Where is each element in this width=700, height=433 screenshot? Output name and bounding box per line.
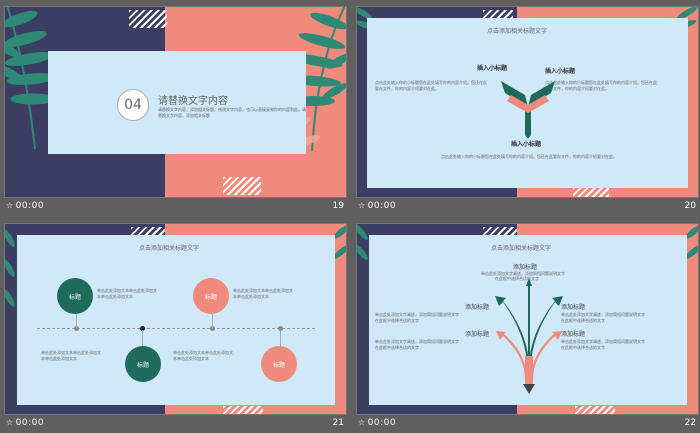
topic-circle: 标题 (193, 278, 229, 314)
slide-title: 点击添加相关标题文字 (491, 245, 552, 252)
transition-icon: ☆ (6, 418, 14, 427)
stripe-pattern (223, 406, 263, 414)
topic-circle: 标题 (57, 278, 93, 314)
slide-timing: ☆ 00:00 (6, 418, 44, 428)
slide-preview: 点击添加相关标题文字 插入小标题 插入小标题 插入小标题 点击此处输入你的小标题… (356, 6, 699, 198)
text-right: 在此框中选择合适的文字 (561, 318, 605, 323)
slide-footer: ☆ 00:00 20 (358, 200, 696, 214)
slide-timing: ☆ 00:00 (358, 201, 396, 211)
circle-label: 标题 (204, 293, 217, 301)
subtitle-bottom: 插入小标题 (511, 141, 542, 148)
topic-text: 本单击此处添加文本 (97, 294, 133, 299)
stripe-pattern (129, 10, 167, 28)
slide-thumbnail-22[interactable]: 点击添加相关标题文字 添加标题 单击此处添加文字阐述，添加简短问题说明文字 在此… (354, 219, 699, 433)
text-left: 在此框中选择合适的文字 (375, 345, 419, 350)
text-bottom: 点击此处输入你的小标题您在此处填写你的内容介绍。您还在此要存文件，你的内容介绍要… (441, 154, 617, 159)
slide-thumbnail-19[interactable]: 04 请替换文字内容 请替换文字内容，添加相关标题，修改文字内容，也可以直接复制… (2, 2, 347, 216)
heading-left: 添加标题 (465, 304, 490, 311)
slide-time: 00:00 (15, 418, 45, 428)
transition-icon: ☆ (358, 201, 366, 210)
section-title: 请替换文字内容 (158, 96, 228, 107)
stripe-pattern (483, 227, 517, 235)
subtitle-left: 插入小标题 (477, 65, 508, 72)
slide-title: 点击添加相关标题文字 (487, 28, 548, 35)
stripe-pattern (223, 177, 261, 195)
slide-title: 点击添加相关标题文字 (139, 245, 200, 252)
circle-label: 标题 (136, 361, 149, 369)
text-right: 在此框中选择合适的文字 (561, 345, 605, 350)
topic-text: 本单击此处添加文本 (233, 294, 269, 299)
slide-footer: ☆ 00:00 19 (6, 200, 344, 214)
transition-icon: ☆ (358, 418, 366, 427)
slide-footer: ☆ 00:00 21 (6, 417, 344, 431)
slide-preview: 点击添加相关标题文字 标题 标题 标题 标题 单击此处添加文本单击此处添加文 本… (4, 223, 347, 415)
transition-icon: ☆ (6, 201, 14, 210)
slide-thumbnail-20[interactable]: 点击添加相关标题文字 插入小标题 插入小标题 插入小标题 点击此处输入你的小标题… (354, 2, 699, 216)
slide-number: 20 (684, 201, 696, 211)
branching-arrows-icon (495, 278, 563, 394)
slide-timing: ☆ 00:00 (6, 201, 44, 211)
slide-time: 00:00 (15, 201, 45, 211)
slide-number: 22 (684, 418, 696, 428)
section-number: 04 (124, 97, 142, 113)
slide-preview: 点击添加相关标题文字 添加标题 单击此处添加文字阐述，添加简短问题说明文字 在此… (356, 223, 699, 415)
slide-thumbnail-21[interactable]: 点击添加相关标题文字 标题 标题 标题 标题 单击此处添加文本单击此处添加文 本… (2, 219, 347, 433)
slide-time: 00:00 (367, 418, 397, 428)
circle-label: 标题 (68, 293, 81, 301)
text-left: 在此框中选择合适的文字 (375, 318, 419, 323)
topic-circle: 标题 (125, 346, 161, 382)
stripe-pattern (575, 406, 615, 414)
triple-arrow-icon (501, 81, 555, 139)
topic-circle: 标题 (261, 346, 297, 382)
slide-footer: ☆ 00:00 22 (358, 417, 696, 431)
stripe-pattern (131, 227, 165, 235)
text-left: 要存文件，你的内容介绍要对在此。 (375, 86, 439, 91)
slide-timing: ☆ 00:00 (358, 418, 396, 428)
slide-number: 19 (332, 201, 344, 211)
topic-text: 本单击此处添加文本 (41, 356, 77, 361)
slide-time: 00:00 (367, 201, 397, 211)
slide-number: 21 (332, 418, 344, 428)
stripe-pattern (573, 187, 609, 197)
topic-text: 本单击此处添加文本 (173, 356, 209, 361)
slide-preview: 04 请替换文字内容 请替换文字内容，添加相关标题，修改文字内容，也可以直接复制… (4, 6, 347, 198)
circle-label: 标题 (272, 361, 285, 369)
heading-left: 添加标题 (465, 331, 490, 338)
section-description: 替换文字内容，添加相关标题 (158, 113, 210, 118)
section-number-badge: 04 (117, 89, 149, 121)
